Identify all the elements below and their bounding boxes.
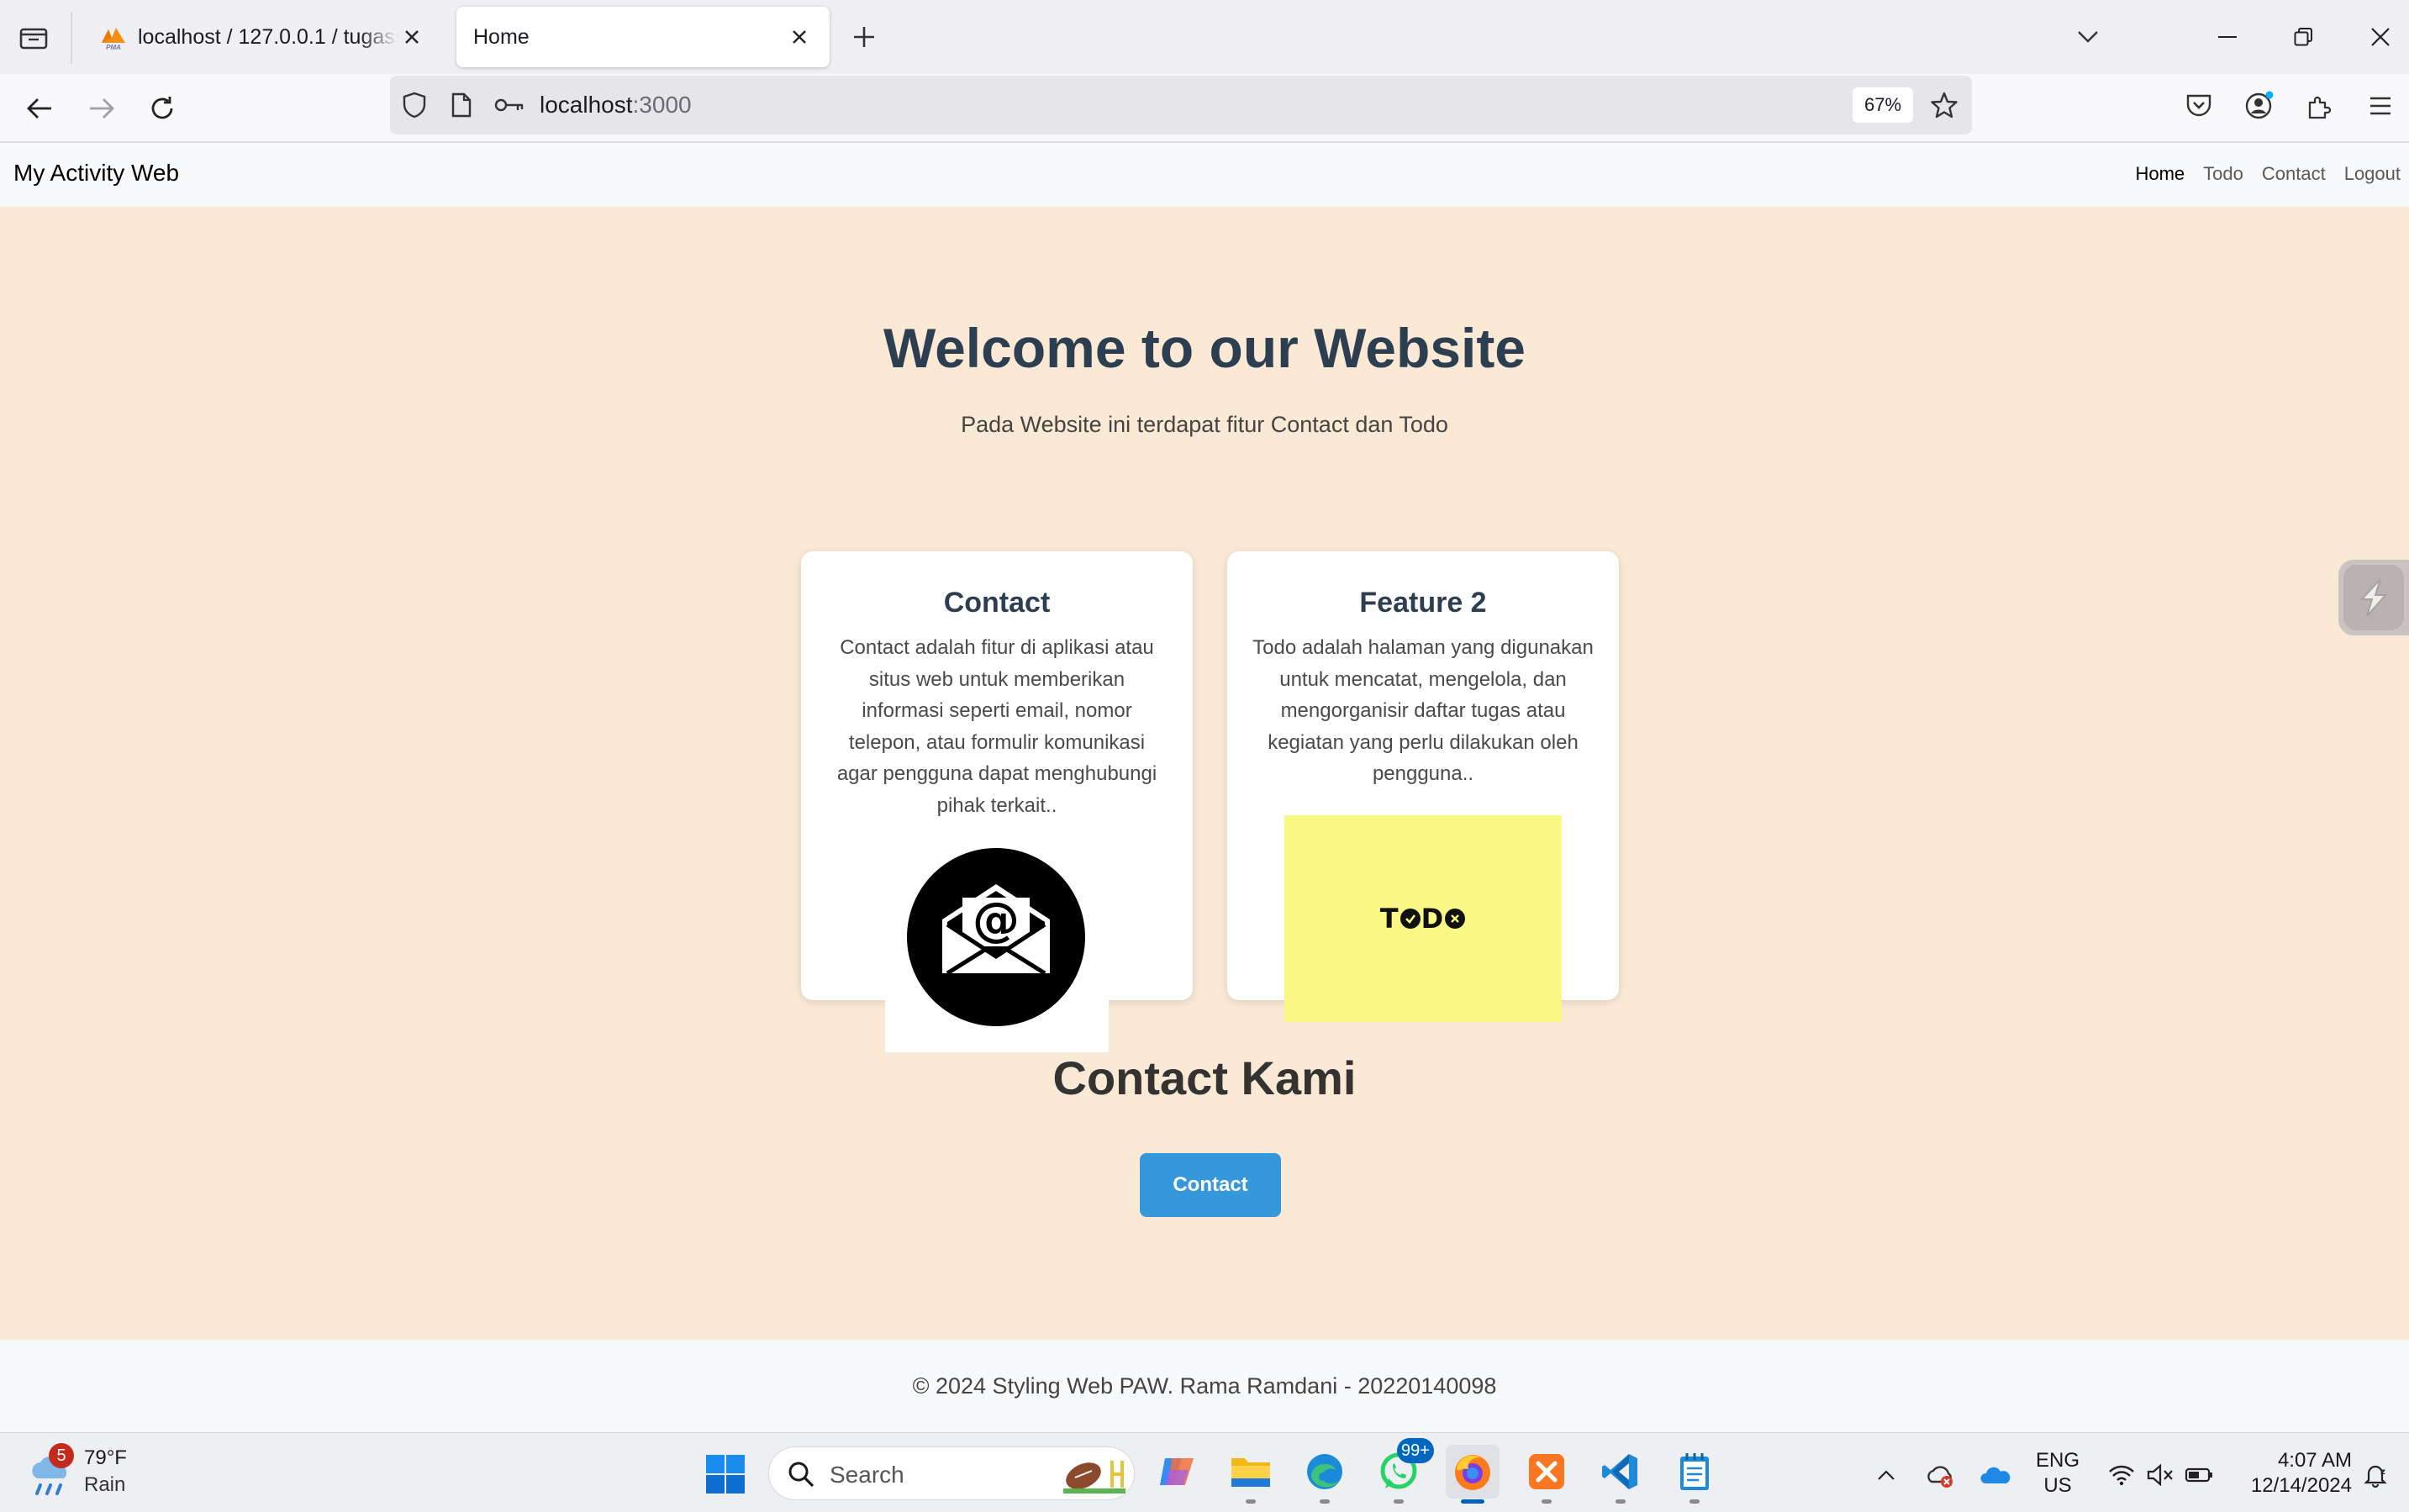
running-indicator xyxy=(1320,1499,1330,1504)
taskbar-search-box[interactable]: Search xyxy=(768,1446,1135,1500)
card-title: Feature 2 xyxy=(1359,587,1487,619)
search-placeholder: Search xyxy=(830,1462,904,1488)
key-icon[interactable] xyxy=(493,91,526,119)
menu-hamburger-icon[interactable] xyxy=(2362,87,2399,124)
notepad-icon[interactable] xyxy=(1668,1445,1721,1504)
site-header: My Activity Web Home Todo Contact Logout xyxy=(0,143,2409,207)
shield-icon[interactable] xyxy=(400,91,429,119)
svg-text:@: @ xyxy=(973,893,1020,947)
language-line2: US xyxy=(2043,1474,2072,1497)
url-text[interactable]: localhost:3000 xyxy=(540,91,692,119)
forward-arrow-icon[interactable] xyxy=(81,87,123,129)
language-indicator[interactable]: ENG US xyxy=(2032,1448,2083,1499)
close-tab-icon[interactable] xyxy=(786,24,813,50)
bookmark-star-icon[interactable] xyxy=(1928,89,1960,121)
site-nav: Home Todo Contact Logout xyxy=(2135,163,2401,185)
copilot-icon[interactable] xyxy=(1150,1445,1204,1499)
url-host: localhost xyxy=(540,92,633,118)
contact-section-title: Contact Kami xyxy=(1052,1051,1357,1104)
tab-home[interactable]: Home xyxy=(456,7,830,67)
windows-taskbar: 5 79°F Rain Search 99+ ENG US 4:07 AM 12… xyxy=(0,1432,2409,1512)
back-arrow-icon[interactable] xyxy=(18,87,61,129)
x-circle-icon xyxy=(1445,909,1466,929)
list-all-tabs-chevron-icon[interactable] xyxy=(2064,15,2111,59)
hero-title: Welcome to our Website xyxy=(883,317,1526,379)
whatsapp-unread-badge: 99+ xyxy=(1397,1438,1434,1463)
volume-muted-icon[interactable] xyxy=(2145,1460,2175,1490)
card-text: Todo adalah halaman yang digunakan untuk… xyxy=(1252,636,1594,785)
nav-link-contact[interactable]: Contact xyxy=(2262,163,2326,185)
url-port: :3000 xyxy=(632,92,692,118)
weather-badge: 5 xyxy=(49,1443,74,1468)
side-extension-widget[interactable] xyxy=(2338,560,2409,635)
reload-icon[interactable] xyxy=(141,87,183,129)
running-indicator xyxy=(1246,1499,1256,1504)
file-explorer-icon[interactable] xyxy=(1224,1445,1278,1504)
active-indicator xyxy=(1461,1499,1484,1504)
tab-phpmyadmin[interactable]: PMA localhost / 127.0.0.1 / tugasstyling xyxy=(82,7,442,67)
search-highlight-football-icon xyxy=(1058,1454,1129,1494)
browser-tab-strip: PMA localhost / 127.0.0.1 / tugasstyling… xyxy=(0,0,2409,74)
language-line1: ENG xyxy=(2035,1449,2080,1472)
weather-condition[interactable]: Rain xyxy=(84,1473,125,1497)
xampp-icon[interactable] xyxy=(1520,1445,1573,1504)
system-clock[interactable]: 4:07 AM 12/14/2024 xyxy=(2234,1448,2352,1499)
tab-title: localhost / 127.0.0.1 / tugasstyling xyxy=(138,24,398,49)
edge-icon[interactable] xyxy=(1298,1445,1352,1504)
account-icon[interactable] xyxy=(2241,87,2278,124)
hero-subtitle: Pada Website ini terdapat fitur Contact … xyxy=(961,412,1448,437)
wifi-icon[interactable] xyxy=(2106,1460,2137,1490)
svg-text:z: z xyxy=(2380,1467,2385,1477)
whatsapp-icon[interactable]: 99+ xyxy=(1372,1438,1434,1504)
tab-separator xyxy=(71,12,72,64)
notification-bell-icon[interactable]: z xyxy=(2360,1460,2391,1490)
tab-title: Home xyxy=(473,24,530,49)
check-circle-icon xyxy=(1400,909,1421,929)
site-brand[interactable]: My Activity Web xyxy=(13,160,179,187)
new-tab-plus-icon[interactable] xyxy=(846,18,883,55)
clock-date: 12/14/2024 xyxy=(2250,1474,2352,1497)
running-indicator xyxy=(1542,1499,1552,1504)
tab-list-icon[interactable] xyxy=(15,18,52,55)
phpmyadmin-icon: PMA xyxy=(99,23,128,51)
cloud-error-icon[interactable] xyxy=(1925,1460,1955,1490)
site-footer: © 2024 Styling Web PAW. Rama Ramdani - 2… xyxy=(0,1340,2409,1432)
extensions-puzzle-icon[interactable] xyxy=(2301,87,2338,124)
onedrive-cloud-icon[interactable] xyxy=(1980,1460,2011,1490)
windows-start-icon[interactable] xyxy=(704,1453,746,1495)
restore-window-icon[interactable] xyxy=(2280,15,2327,59)
vscode-icon[interactable] xyxy=(1594,1445,1647,1504)
todo-letter: D xyxy=(1421,903,1445,935)
close-window-icon[interactable] xyxy=(2357,15,2404,59)
todo-logo-text: T D xyxy=(1380,903,1466,935)
card-title: Contact xyxy=(943,587,1051,619)
nav-link-logout[interactable]: Logout xyxy=(2344,163,2401,185)
firefox-icon[interactable] xyxy=(1446,1445,1500,1504)
web-page: My Activity Web Home Todo Contact Logout… xyxy=(0,143,2409,1432)
envelope-email-icon: @ xyxy=(885,825,1109,1052)
running-indicator xyxy=(1394,1499,1404,1504)
minimize-icon[interactable] xyxy=(2204,15,2251,59)
page-icon[interactable] xyxy=(447,91,476,119)
search-icon xyxy=(788,1461,814,1488)
address-bar[interactable]: localhost:3000 67% xyxy=(390,76,1972,134)
chevron-up-icon[interactable] xyxy=(1871,1460,1901,1490)
nav-link-todo[interactable]: Todo xyxy=(2203,163,2243,185)
zoom-level-badge[interactable]: 67% xyxy=(1853,87,1913,123)
nav-link-home[interactable]: Home xyxy=(2135,163,2185,185)
todo-logo: T D xyxy=(1284,815,1562,1022)
footer-text: © 2024 Styling Web PAW. Rama Ramdani - 2… xyxy=(912,1373,1497,1399)
card-text: Contact adalah fitur di aplikasi atau si… xyxy=(836,636,1157,817)
running-indicator xyxy=(1689,1499,1700,1504)
weather-temp[interactable]: 79°F xyxy=(84,1446,127,1470)
running-indicator xyxy=(1616,1499,1626,1504)
todo-letter: T xyxy=(1379,903,1400,935)
clock-time: 4:07 AM xyxy=(2277,1449,2352,1472)
battery-icon[interactable] xyxy=(2184,1460,2214,1490)
svg-text:PMA: PMA xyxy=(106,44,121,51)
close-tab-icon[interactable] xyxy=(398,24,425,50)
pocket-icon[interactable] xyxy=(2180,87,2217,124)
contact-button[interactable]: Contact xyxy=(1140,1153,1281,1217)
lightning-icon xyxy=(2343,565,2404,630)
